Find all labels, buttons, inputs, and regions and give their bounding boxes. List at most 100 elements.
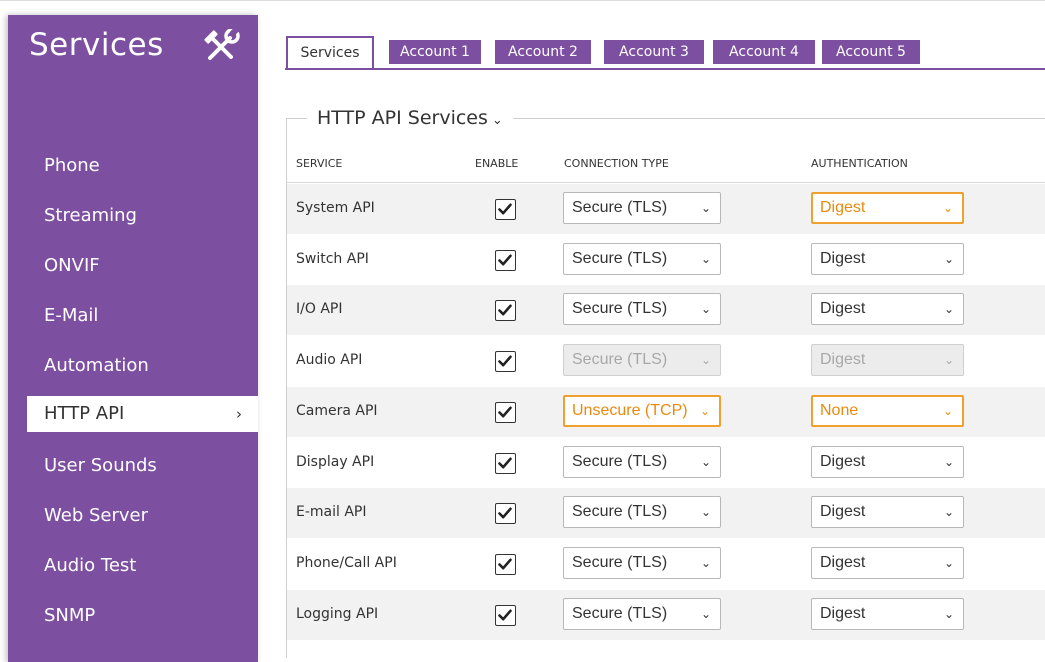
authentication-select-value: Digest — [820, 300, 866, 318]
sidebar-item-automation[interactable]: Automation — [8, 348, 258, 384]
tab-account-1[interactable]: Account 1 — [389, 40, 481, 64]
connection-type-select[interactable]: Secure (TLS) ⌄ — [563, 242, 721, 275]
chevron-down-icon: ⌄ — [943, 555, 954, 570]
service-name: System API — [296, 200, 375, 216]
chevron-down-icon: ⌄ — [943, 454, 954, 469]
table-row: Audio API Secure (TLS) ⌄ Digest ⌄ — [287, 336, 1045, 386]
authentication-select[interactable]: Digest ⌄ — [811, 192, 964, 224]
connection-type-select-value: Secure (TLS) — [572, 604, 668, 622]
enable-checkbox[interactable] — [495, 351, 516, 373]
authentication-select[interactable]: Digest ⌄ — [811, 496, 964, 529]
authentication-select[interactable]: Digest ⌄ — [811, 445, 964, 478]
connection-type-select-value: Secure (TLS) — [572, 503, 668, 521]
authentication-select-value: Digest — [820, 351, 866, 369]
sidebar-title: Services — [29, 27, 164, 63]
chevron-down-icon: ⌄ — [942, 403, 953, 418]
service-name: Logging API — [296, 605, 379, 622]
header-divider — [287, 182, 1045, 183]
chevron-down-icon: ⌄ — [700, 606, 711, 621]
table-row: I/O API Secure (TLS) ⌄ Digest ⌄ — [287, 285, 1045, 336]
checkmark-icon — [498, 203, 512, 215]
connection-type-select[interactable]: Secure (TLS) ⌄ — [563, 293, 721, 326]
chevron-down-icon: ⌄ — [700, 201, 711, 215]
sidebar-item-snmp[interactable]: SNMP — [8, 598, 258, 634]
section-title[interactable]: HTTP API Services ⌄ — [307, 107, 513, 129]
enable-checkbox[interactable] — [495, 553, 516, 575]
connection-type-select-value: Unsecure (TCP) — [572, 401, 688, 419]
checkmark-icon — [498, 406, 512, 418]
connection-type-select[interactable]: Secure (TLS) ⌄ — [563, 445, 721, 478]
sidebar-item-phone[interactable]: Phone — [8, 148, 258, 184]
connection-type-select[interactable]: Secure (TLS) ⌄ — [563, 496, 721, 529]
enable-checkbox[interactable] — [495, 604, 516, 626]
table-row: E-mail API Secure (TLS) ⌄ Digest ⌄ — [287, 488, 1045, 539]
authentication-select: Digest ⌄ — [811, 344, 964, 377]
table-row: Logging API Secure (TLS) ⌄ Digest ⌄ — [287, 589, 1045, 640]
authentication-select[interactable]: None ⌄ — [811, 394, 964, 427]
table-row: Display API Secure (TLS) ⌄ Digest ⌄ — [287, 438, 1045, 488]
connection-type-select-value: Secure (TLS) — [572, 553, 668, 571]
table-row: Switch API Secure (TLS) ⌄ Digest ⌄ — [287, 235, 1045, 285]
sidebar-item-streaming[interactable]: Streaming — [8, 198, 258, 234]
authentication-select-value: Digest — [820, 249, 866, 267]
table-row: Camera API Unsecure (TCP) ⌄ None ⌄ — [287, 386, 1045, 437]
chevron-down-icon: ⌄ — [700, 555, 711, 570]
checkmark-icon — [498, 507, 512, 519]
tab-account-3[interactable]: Account 3 — [604, 40, 704, 64]
enable-checkbox[interactable] — [495, 401, 516, 423]
service-name: E-mail API — [296, 504, 367, 521]
table-row: Phone/Call API Secure (TLS) ⌄ Digest ⌄ — [287, 539, 1045, 589]
connection-type-select[interactable]: Secure (TLS) ⌄ — [563, 192, 721, 224]
sidebar-item-web-server[interactable]: Web Server — [8, 498, 258, 534]
connection-type-select[interactable]: Unsecure (TCP) ⌄ — [563, 394, 721, 427]
tab-underline — [285, 68, 1045, 70]
chevron-down-icon: ⌄ — [943, 353, 954, 368]
column-header-connection-type: CONNECTION TYPE — [564, 157, 669, 170]
chevron-right-icon: › — [236, 405, 242, 423]
connection-type-select-value: Secure (TLS) — [572, 199, 668, 216]
chevron-down-icon: ⌄ — [700, 353, 711, 368]
sidebar-item-label: User Sounds — [44, 455, 157, 476]
authentication-select[interactable]: Digest ⌄ — [811, 546, 964, 579]
connection-type-select[interactable]: Secure (TLS) ⌄ — [563, 597, 721, 630]
connection-type-select[interactable]: Secure (TLS) ⌄ — [563, 546, 721, 579]
authentication-select[interactable]: Digest ⌄ — [811, 597, 964, 630]
tab-services[interactable]: Services — [286, 36, 374, 69]
chevron-down-icon: ⌄ — [942, 201, 953, 215]
sidebar-item-http-api[interactable]: HTTP API › — [27, 396, 258, 432]
service-name: I/O API — [296, 301, 343, 318]
sidebar-item-audio-test[interactable]: Audio Test — [8, 548, 258, 584]
authentication-select[interactable]: Digest ⌄ — [811, 293, 964, 326]
tab-account-5[interactable]: Account 5 — [822, 40, 920, 64]
sidebar-item-onvif[interactable]: ONVIF — [8, 248, 258, 284]
enable-checkbox[interactable] — [495, 249, 516, 271]
sidebar-item-label: Web Server — [44, 505, 148, 526]
tab-account-2[interactable]: Account 2 — [495, 40, 591, 64]
service-name: Camera API — [296, 402, 378, 419]
authentication-select[interactable]: Digest ⌄ — [811, 242, 964, 275]
enable-checkbox[interactable] — [495, 300, 516, 322]
sidebar-item-label: E-Mail — [44, 305, 99, 326]
tab-account-4[interactable]: Account 4 — [713, 40, 815, 64]
sidebar: Services Phone Streaming ONVIF E-Mail Automa… — [8, 15, 258, 662]
checkmark-icon — [498, 457, 512, 468]
chevron-down-icon: ⌄ — [700, 505, 711, 520]
checkmark-icon — [498, 304, 512, 316]
enable-checkbox[interactable] — [495, 503, 516, 525]
enable-checkbox[interactable] — [495, 199, 516, 220]
chevron-down-icon: ⌄ — [699, 403, 710, 418]
tools-icon — [204, 29, 240, 60]
sidebar-item-e-mail[interactable]: E-Mail — [8, 298, 258, 334]
enable-checkbox[interactable] — [495, 452, 516, 474]
authentication-select-value: Digest — [820, 503, 866, 521]
sidebar-item-label: ONVIF — [44, 255, 100, 276]
chevron-down-icon: ⌄ — [700, 454, 711, 469]
service-name: Display API — [296, 453, 375, 470]
checkmark-icon — [498, 254, 512, 266]
sidebar-item-label: HTTP API — [44, 403, 125, 424]
sidebar-item-user-sounds[interactable]: User Sounds — [8, 448, 258, 484]
sidebar-item-label: Audio Test — [44, 555, 137, 576]
table-row: System API Secure (TLS) ⌄ Digest ⌄ — [287, 184, 1045, 234]
chevron-down-icon: ⌄ — [491, 113, 503, 128]
app-window: Services Phone Streaming ONVIF E-Mail Automa… — [0, 0, 1045, 662]
